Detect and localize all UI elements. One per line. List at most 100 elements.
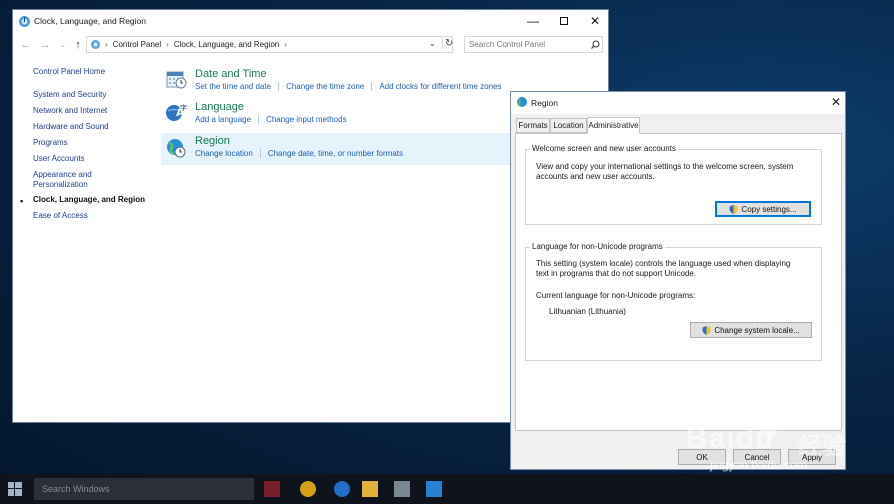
minimize-icon: — bbox=[527, 14, 539, 28]
watermark-brand: Baidu bbox=[686, 422, 775, 455]
welcome-group-description: View and copy your international setting… bbox=[536, 162, 818, 182]
up-arrow-icon: ↑ bbox=[75, 39, 81, 51]
sidebar-item-hardware-sound[interactable]: Hardware and Sound bbox=[33, 122, 109, 132]
sidebar-item-network-internet[interactable]: Network and Internet bbox=[33, 106, 107, 116]
link-separator bbox=[258, 115, 260, 124]
administrative-tab-panel: Welcome screen and new user accounts Vie… bbox=[515, 133, 842, 431]
forward-button[interactable]: → bbox=[38, 38, 52, 52]
tab-formats[interactable]: Formats bbox=[516, 118, 550, 133]
breadcrumb-control-panel[interactable]: Control Panel bbox=[113, 40, 161, 49]
sidebar-item-system-security[interactable]: System and Security bbox=[33, 90, 106, 100]
taskbar-search-input[interactable]: Search Windows bbox=[34, 478, 254, 500]
link-add-clocks[interactable]: Add clocks for different time zones bbox=[379, 82, 501, 91]
link-change-location[interactable]: Change location bbox=[195, 149, 253, 158]
sidebar-item-clock-language-region[interactable]: • Clock, Language, and Region bbox=[20, 195, 146, 206]
welcome-desc-line2: accounts and new user accounts. bbox=[536, 172, 655, 181]
chevron-right-icon: › bbox=[105, 40, 108, 49]
taskbar-search-placeholder: Search Windows bbox=[42, 484, 110, 494]
current-language-value: Lithuanian (Lithuania) bbox=[549, 307, 626, 316]
link-change-formats[interactable]: Change date, time, or number formats bbox=[268, 149, 403, 158]
globe-clock-icon bbox=[167, 139, 186, 158]
close-icon: ✕ bbox=[589, 14, 601, 28]
link-separator bbox=[371, 82, 373, 91]
unicode-desc-line2: text in programs that do not support Uni… bbox=[536, 269, 697, 278]
address-box[interactable]: › Control Panel › Clock, Language, and R… bbox=[86, 36, 453, 53]
back-arrow-icon: ← bbox=[20, 39, 32, 51]
category-links-date-time: Set the time and date Change the time zo… bbox=[195, 82, 501, 91]
uac-shield-icon bbox=[702, 325, 711, 335]
sidebar-item-user-accounts[interactable]: User Accounts bbox=[33, 154, 85, 164]
refresh-icon[interactable]: ↻ bbox=[442, 38, 453, 49]
welcome-desc-line1: View and copy your international setting… bbox=[536, 162, 794, 171]
maximize-icon bbox=[560, 17, 568, 25]
category-title-date-time[interactable]: Date and Time bbox=[195, 68, 267, 80]
non-unicode-group: Language for non-Unicode programs This s… bbox=[525, 242, 822, 361]
sidebar-item-personalization[interactable]: Personalization bbox=[33, 180, 88, 190]
change-system-locale-button[interactable]: Change system locale... bbox=[690, 322, 812, 338]
taskbar-edge-icon[interactable] bbox=[334, 481, 350, 497]
taskbar-app-icon[interactable] bbox=[264, 481, 280, 497]
language-icon: A 字 bbox=[166, 103, 187, 121]
search-placeholder: Search Control Panel bbox=[469, 40, 546, 49]
taskbar-mail-icon[interactable] bbox=[426, 481, 442, 497]
title-bar[interactable]: Clock, Language, and Region — ✕ bbox=[13, 10, 608, 34]
recent-locations-button[interactable]: ⌄ bbox=[56, 38, 70, 52]
link-set-time-date[interactable]: Set the time and date bbox=[195, 82, 271, 91]
start-button[interactable] bbox=[8, 482, 22, 496]
current-language-label: Current language for non-Unicode program… bbox=[536, 291, 696, 300]
taskbar-store-icon[interactable] bbox=[394, 481, 410, 497]
search-icon[interactable] bbox=[591, 40, 600, 49]
forward-arrow-icon: → bbox=[39, 39, 51, 51]
svg-text:字: 字 bbox=[180, 103, 187, 112]
region-globe-icon bbox=[517, 97, 527, 107]
control-panel-small-icon bbox=[91, 40, 100, 49]
uac-shield-icon bbox=[729, 204, 738, 214]
unicode-desc-line1: This setting (system locale) controls th… bbox=[536, 259, 791, 268]
link-change-input-methods[interactable]: Change input methods bbox=[266, 115, 347, 124]
calendar-clock-icon bbox=[166, 71, 187, 89]
copy-settings-button[interactable]: Copy settings... bbox=[715, 201, 811, 217]
sidebar-item-appearance[interactable]: Appearance and bbox=[33, 170, 92, 180]
tab-administrative[interactable]: Administrative bbox=[587, 117, 640, 134]
control-panel-icon bbox=[19, 16, 30, 27]
category-title-language[interactable]: Language bbox=[195, 101, 244, 113]
back-button[interactable]: ← bbox=[19, 38, 33, 52]
category-links-region: Change location Change date, time, or nu… bbox=[195, 149, 403, 158]
taskbar-explorer-icon[interactable] bbox=[362, 481, 378, 497]
link-add-language[interactable]: Add a language bbox=[195, 115, 251, 124]
link-change-time-zone[interactable]: Change the time zone bbox=[286, 82, 364, 91]
address-dropdown-icon[interactable]: ⌄ bbox=[429, 39, 436, 48]
current-bullet-icon: • bbox=[20, 196, 24, 206]
change-system-locale-label: Change system locale... bbox=[714, 325, 800, 335]
category-title-region[interactable]: Region bbox=[195, 135, 230, 147]
region-title-bar[interactable]: Region ✕ bbox=[511, 92, 845, 114]
sidebar-active-label: Clock, Language, and Region bbox=[33, 195, 146, 204]
copy-settings-label: Copy settings... bbox=[741, 204, 797, 214]
chevron-right-icon: › bbox=[284, 40, 287, 49]
watermark-brand-cn: 经验 bbox=[798, 433, 846, 460]
watermark-url: jingyan.baidu.com bbox=[710, 458, 807, 472]
region-dialog-title: Region bbox=[531, 98, 558, 108]
welcome-screen-group: Welcome screen and new user accounts Vie… bbox=[525, 144, 822, 225]
taskbar-browser-icon[interactable] bbox=[300, 481, 316, 497]
close-button[interactable]: ✕ bbox=[580, 10, 610, 32]
minimize-button[interactable]: — bbox=[518, 10, 548, 32]
up-button[interactable]: ↑ bbox=[71, 38, 85, 52]
maximize-button[interactable] bbox=[549, 10, 579, 32]
search-input[interactable]: Search Control Panel bbox=[464, 36, 603, 53]
non-unicode-description: This setting (system locale) controls th… bbox=[536, 259, 818, 279]
link-separator bbox=[278, 82, 280, 91]
sidebar-item-programs[interactable]: Programs bbox=[33, 138, 68, 148]
non-unicode-group-title: Language for non-Unicode programs bbox=[530, 242, 665, 251]
breadcrumb-clock-language-region[interactable]: Clock, Language, and Region bbox=[174, 40, 279, 49]
windows-logo-icon bbox=[8, 482, 22, 496]
sidebar-control-panel-home[interactable]: Control Panel Home bbox=[33, 67, 105, 77]
chevron-down-icon: ⌄ bbox=[60, 42, 66, 49]
baidu-watermark: Baidu 经验 jingyan.baidu.com bbox=[686, 408, 886, 472]
category-links-language: Add a language Change input methods bbox=[195, 115, 347, 124]
sidebar-item-ease-of-access[interactable]: Ease of Access bbox=[33, 211, 88, 221]
address-bar: ← → ⌄ ↑ › Control Panel › Clock, Languag… bbox=[13, 34, 608, 56]
tab-location[interactable]: Location bbox=[550, 118, 587, 133]
region-close-icon[interactable]: ✕ bbox=[831, 95, 841, 109]
chevron-right-icon: › bbox=[166, 40, 169, 49]
